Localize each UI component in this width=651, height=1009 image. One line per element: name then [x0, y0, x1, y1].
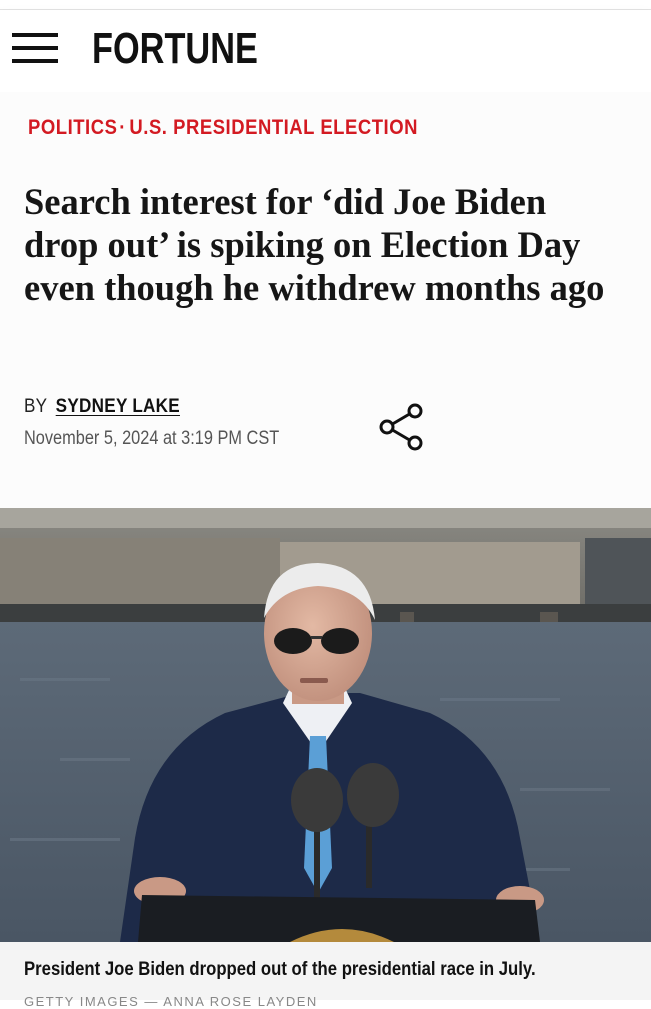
kicker-separator: ·	[119, 116, 126, 139]
article-header: POLITICS· U.S. PRESIDENTIAL ELECTION Sear…	[0, 92, 651, 508]
category-link-politics[interactable]: POLITICS	[28, 116, 117, 139]
fortune-logo[interactable]: FORTUNE	[92, 24, 258, 74]
topic-link-presidential-election[interactable]: U.S. PRESIDENTIAL ELECTION	[129, 116, 418, 139]
article-headline: Search interest for ‘did Joe Biden drop …	[24, 181, 605, 308]
site-header: FORTUNE	[0, 10, 651, 92]
photo-caption: President Joe Biden dropped out of the p…	[24, 959, 536, 980]
byline-prefix: BY	[24, 396, 48, 417]
byline: BY SYDNEY LAKE	[24, 396, 180, 418]
share-icon[interactable]	[377, 401, 429, 453]
caption-bar: President Joe Biden dropped out of the p…	[0, 942, 651, 1009]
hero-photo	[0, 508, 651, 942]
publish-date: November 5, 2024 at 3:19 PM CST	[24, 428, 280, 449]
article-kicker: POLITICS· U.S. PRESIDENTIAL ELECTION	[28, 116, 418, 140]
author-link[interactable]: SYDNEY LAKE	[56, 396, 180, 417]
photo-credit: GETTY IMAGES — ANNA ROSE LAYDEN	[24, 994, 318, 1009]
hamburger-menu-icon[interactable]	[12, 33, 58, 63]
